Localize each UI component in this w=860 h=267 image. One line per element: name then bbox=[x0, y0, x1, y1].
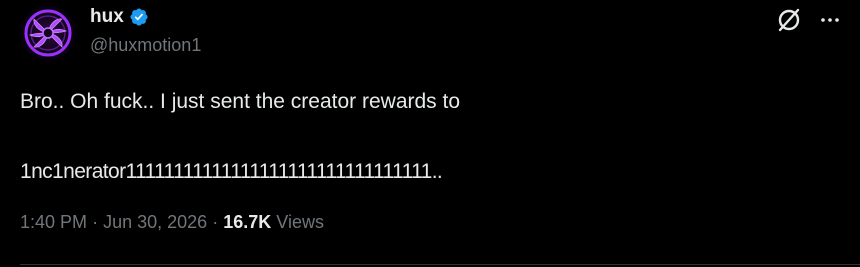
views-label: Views bbox=[276, 212, 324, 232]
tweet-post: hux @huxmotion1 Bro.. Oh fuck.. I just s… bbox=[0, 0, 860, 267]
author-name-text: hux bbox=[90, 6, 124, 27]
meta-separator-1: · bbox=[92, 212, 99, 232]
views-count: 16.7K bbox=[223, 212, 272, 232]
verified-badge-icon bbox=[130, 8, 148, 26]
tweet-time[interactable]: 1:40 PM bbox=[20, 212, 87, 232]
divider bbox=[20, 264, 860, 265]
meta-separator-2: · bbox=[212, 212, 219, 232]
author-handle[interactable]: @huxmotion1 bbox=[90, 35, 201, 56]
avatar[interactable] bbox=[20, 5, 76, 61]
more-options-icon[interactable] bbox=[818, 8, 842, 32]
avatar-image bbox=[20, 5, 76, 61]
grok-icon[interactable] bbox=[776, 7, 802, 33]
tweet-text-line-1: Bro.. Oh fuck.. I just sent the creator … bbox=[20, 90, 461, 113]
tweet-text-line-2: 1nc1nerator11111111111111111111111111111… bbox=[20, 160, 443, 183]
tweet-metadata: 1:40 PM · Jun 30, 2026 · 16.7K Views bbox=[20, 212, 324, 233]
author-display-name[interactable]: hux bbox=[90, 6, 149, 28]
tweet-date[interactable]: Jun 30, 2026 bbox=[103, 212, 207, 232]
